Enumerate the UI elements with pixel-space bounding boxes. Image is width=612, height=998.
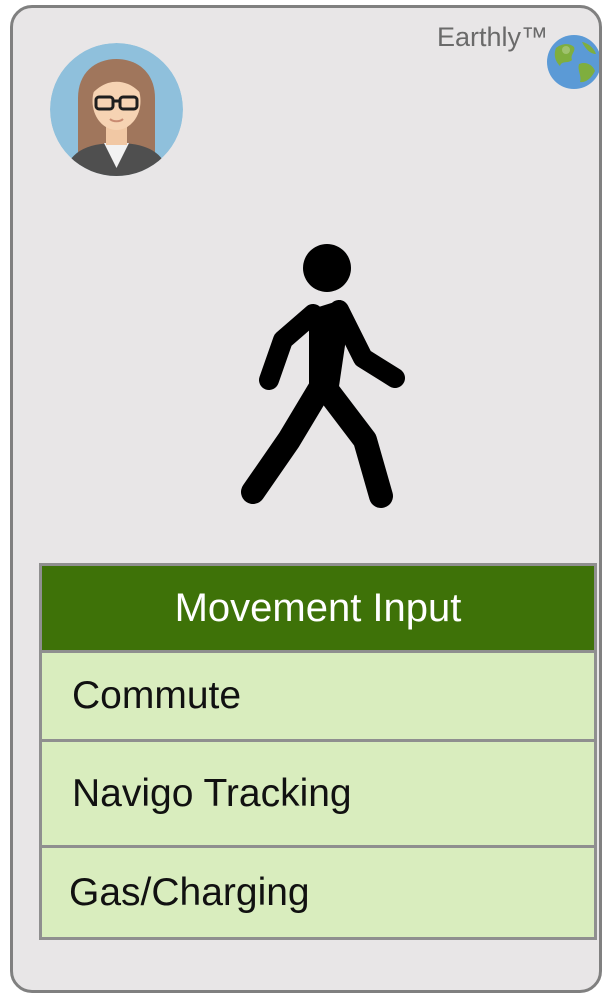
walking-person-icon (241, 244, 405, 508)
menu-title: Movement Input (42, 566, 594, 653)
app-frame: Earthly™ Movement Input Commute Navigo T… (10, 5, 602, 993)
user-avatar-icon[interactable] (50, 43, 183, 176)
globe-icon (547, 35, 599, 89)
menu-item-commute[interactable]: Commute (42, 653, 594, 742)
brand-name: Earthly™ (437, 22, 549, 52)
menu-item-gas-charging[interactable]: Gas/Charging (42, 848, 594, 937)
movement-input-menu: Movement Input Commute Navigo Tracking G… (39, 563, 597, 940)
menu-item-navigo-tracking[interactable]: Navigo Tracking (42, 742, 594, 848)
